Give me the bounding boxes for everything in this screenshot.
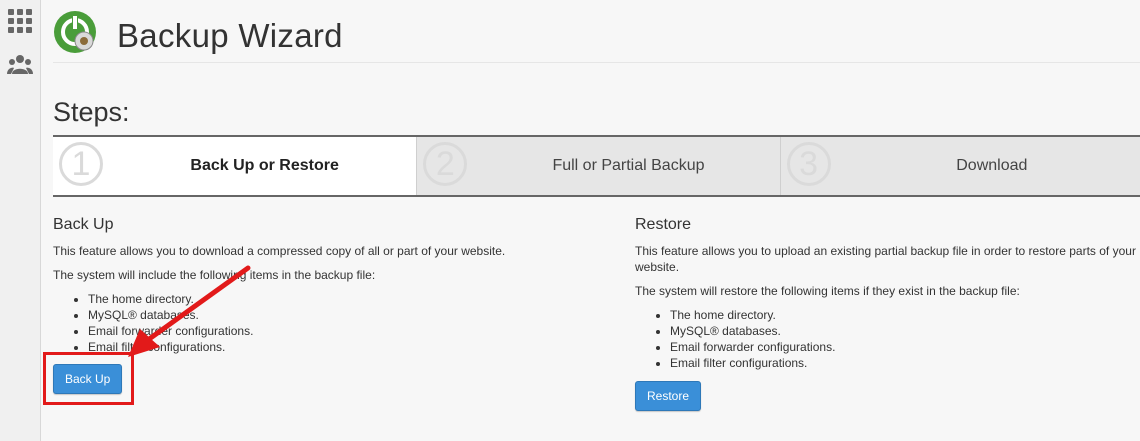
restore-items-list: The home directory. MySQL® databases. Em…: [635, 307, 1140, 371]
page-title: Backup Wizard: [117, 17, 343, 54]
backup-wizard-logo: [54, 11, 96, 53]
backup-list-intro: The system will include the following it…: [53, 268, 376, 282]
step-label-1: Back Up or Restore: [190, 157, 339, 174]
list-item: Email filter configurations.: [670, 355, 1140, 371]
list-item: Email forwarder configurations.: [670, 339, 1140, 355]
restore-button[interactable]: Restore: [635, 381, 702, 411]
list-item: The home directory.: [670, 307, 1140, 323]
grid-icon[interactable]: [7, 8, 33, 34]
backup-description: This feature allows you to download a co…: [53, 244, 506, 258]
backup-heading: Back Up: [53, 216, 114, 233]
list-item: MySQL® databases.: [88, 307, 613, 323]
restore-description: This feature allows you to upload an exi…: [635, 244, 1136, 274]
page-header: Backup Wizard: [53, 8, 1140, 63]
step-label-3: Download: [956, 157, 1028, 174]
users-icon[interactable]: [7, 52, 33, 78]
steps-title: Steps:: [53, 97, 130, 127]
sidebar: [0, 0, 41, 441]
list-item: Email forwarder configurations.: [88, 323, 613, 339]
step-2: 2 Full or Partial Backup: [416, 137, 780, 195]
restore-section: Restore This feature allows you to uploa…: [635, 215, 1140, 371]
main-content: Backup Wizard Steps: 1 Back Up or Restor…: [41, 0, 1140, 441]
annotation-highlight-box: [43, 352, 134, 405]
step-number-1: 1: [59, 142, 103, 186]
step-1: 1 Back Up or Restore: [53, 137, 417, 195]
step-label-2: Full or Partial Backup: [552, 157, 705, 174]
list-item: The home directory.: [88, 291, 613, 307]
backup-section: Back Up This feature allows you to downl…: [53, 215, 613, 355]
restore-heading: Restore: [635, 216, 692, 233]
list-item: Email filter configurations.: [88, 339, 613, 355]
step-number-2: 2: [423, 142, 468, 186]
backup-items-list: The home directory. MySQL® databases. Em…: [53, 291, 613, 355]
steps-bar: 1 Back Up or Restore 2 Full or Partial B…: [53, 135, 1140, 197]
restore-list-intro: The system will restore the following it…: [635, 284, 1020, 298]
list-item: MySQL® databases.: [670, 323, 1140, 339]
step-number-3: 3: [786, 142, 831, 186]
step-3: 3 Download: [779, 137, 1140, 195]
